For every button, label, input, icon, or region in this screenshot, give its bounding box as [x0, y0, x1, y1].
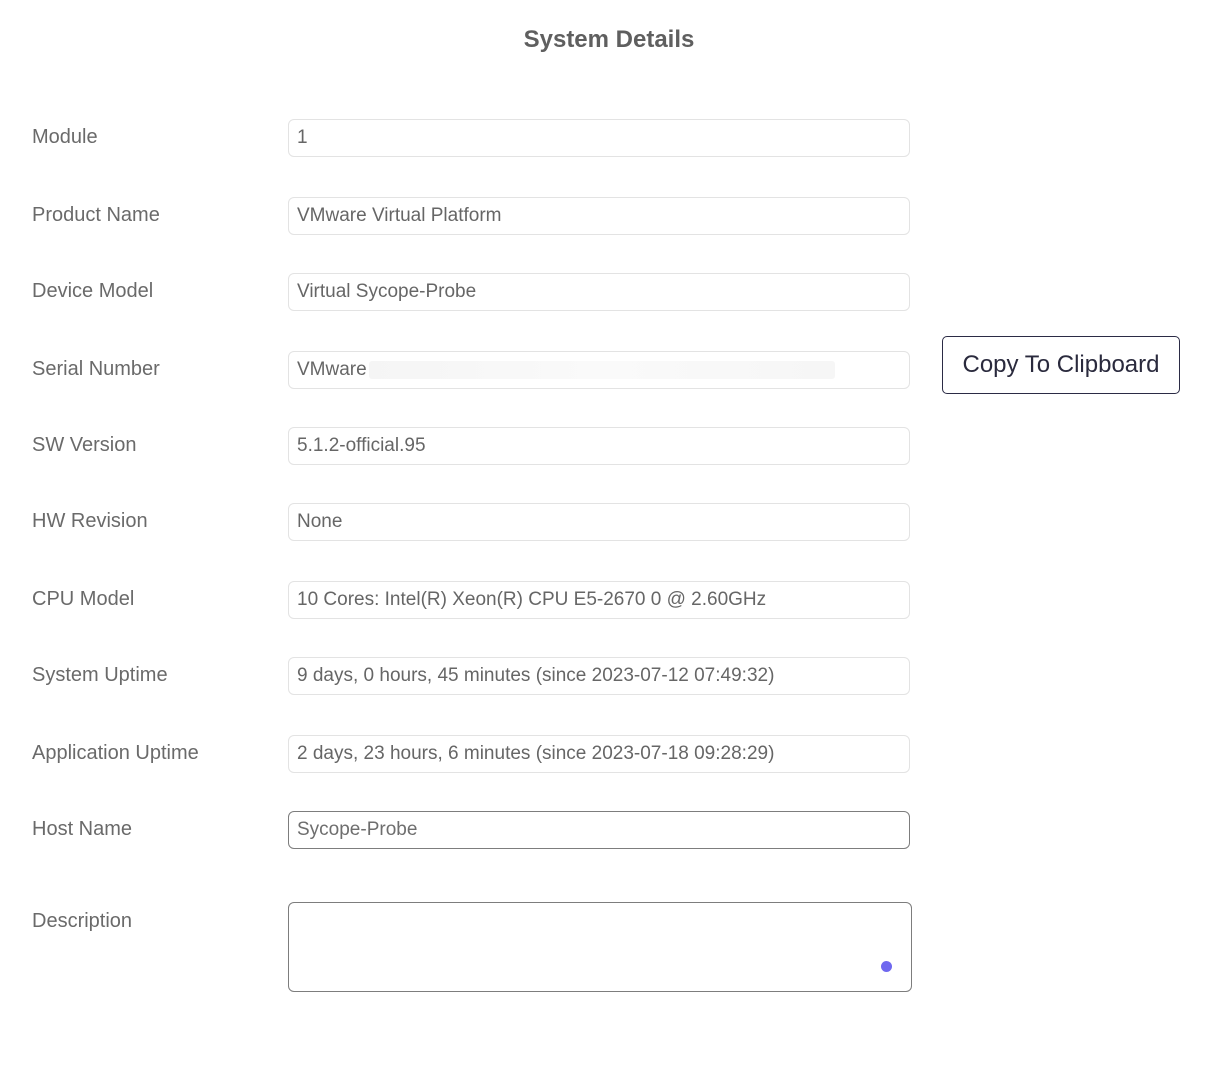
serial-number-value: VMware — [297, 359, 367, 380]
product-name-field: VMware Virtual Platform — [288, 197, 910, 235]
serial-number-field: VMware — [288, 351, 910, 389]
serial-number-redaction — [368, 360, 835, 379]
description-textarea[interactable] — [288, 902, 912, 992]
page-title: System Details — [523, 26, 695, 53]
module-label: Module — [32, 126, 98, 148]
indicator-dot-icon — [881, 961, 892, 972]
hw-revision-field: None — [288, 503, 910, 541]
sw-version-label: SW Version — [32, 434, 137, 456]
hw-revision-label: HW Revision — [32, 510, 148, 532]
copy-to-clipboard-button[interactable]: Copy To Clipboard — [942, 336, 1180, 394]
system-uptime-field: 9 days, 0 hours, 45 minutes (since 2023-… — [288, 657, 910, 695]
sw-version-field: 5.1.2-official.95 — [288, 427, 910, 465]
system-uptime-label: System Uptime — [32, 664, 168, 686]
serial-number-label: Serial Number — [32, 358, 160, 380]
cpu-model-field: 10 Cores: Intel(R) Xeon(R) CPU E5-2670 0… — [288, 581, 910, 619]
application-uptime-field: 2 days, 23 hours, 6 minutes (since 2023-… — [288, 735, 910, 773]
host-name-input[interactable]: Sycope-Probe — [288, 811, 910, 849]
host-name-label: Host Name — [32, 818, 133, 840]
device-model-label: Device Model — [32, 280, 154, 302]
description-label: Description — [32, 910, 133, 932]
application-uptime-label: Application Uptime — [32, 742, 199, 764]
cpu-model-label: CPU Model — [32, 588, 135, 610]
product-name-label: Product Name — [32, 204, 160, 226]
device-model-field: Virtual Sycope-Probe — [288, 273, 910, 311]
module-field: 1 — [288, 119, 910, 157]
